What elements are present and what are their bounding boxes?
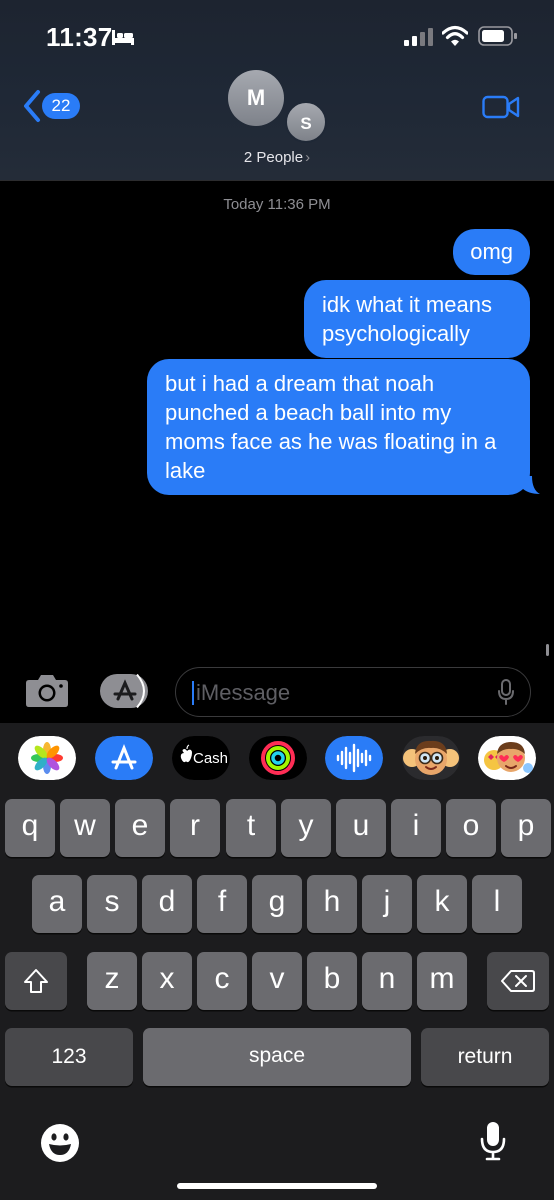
key-c[interactable]: c <box>197 952 247 1010</box>
app-store-drawer-icon[interactable] <box>99 673 151 709</box>
text-caret <box>192 681 194 705</box>
key-n[interactable]: n <box>362 952 412 1010</box>
key-e[interactable]: e <box>115 799 165 857</box>
people-count-label: 2 People <box>243 149 304 166</box>
key-h[interactable]: h <box>307 875 357 933</box>
delete-key[interactable] <box>487 952 549 1010</box>
sleep-focus-icon <box>112 30 134 45</box>
shift-arrow-icon <box>24 969 48 993</box>
key-q[interactable]: q <box>5 799 55 857</box>
app-store-app-icon[interactable] <box>95 736 153 780</box>
emoji-keyboard-icon[interactable] <box>40 1123 80 1163</box>
chevron-right-icon: › <box>305 149 311 166</box>
key-f[interactable]: f <box>197 875 247 933</box>
bubble-tail <box>522 476 540 494</box>
battery-icon <box>478 26 517 46</box>
conversation-header: 11:37 22 M S 2 People › <box>0 0 554 181</box>
message-bubble[interactable]: but i had a dream that noah punched a be… <box>147 359 530 495</box>
home-indicator[interactable] <box>177 1183 377 1189</box>
key-w[interactable]: w <box>60 799 110 857</box>
key-d[interactable]: d <box>142 875 192 933</box>
scroll-indicator[interactable] <box>546 644 549 656</box>
key-t[interactable]: t <box>226 799 276 857</box>
imessage-input[interactable]: iMessage <box>175 667 531 717</box>
apple-cash-app-icon[interactable]: Cash <box>172 736 230 780</box>
message-timestamp: Today 11:36 PM <box>223 196 331 213</box>
imessage-app-strip: Cash <box>0 736 554 784</box>
input-placeholder: iMessage <box>196 680 291 705</box>
key-g[interactable]: g <box>252 875 302 933</box>
memoji-stickers-app-icon[interactable] <box>478 736 536 780</box>
return-key[interactable]: return <box>421 1028 549 1086</box>
key-v[interactable]: v <box>252 952 302 1010</box>
key-j[interactable]: j <box>362 875 412 933</box>
unread-count-badge[interactable]: 22 <box>42 93 80 119</box>
key-i[interactable]: i <box>391 799 441 857</box>
key-b[interactable]: b <box>307 952 357 1010</box>
message-bubble[interactable]: idk what it means psychologically <box>304 280 530 358</box>
status-time: 11:37 <box>46 22 113 52</box>
group-details-link[interactable]: 2 People › <box>0 149 554 166</box>
space-key[interactable]: space <box>143 1028 411 1086</box>
key-s[interactable]: s <box>87 875 137 933</box>
key-p[interactable]: p <box>501 799 551 857</box>
message-bubble[interactable]: omg <box>453 229 530 275</box>
memoji-app-icon[interactable] <box>402 736 460 780</box>
key-a[interactable]: a <box>32 875 82 933</box>
backspace-icon <box>501 970 535 992</box>
key-y[interactable]: y <box>281 799 331 857</box>
camera-icon[interactable] <box>24 671 70 709</box>
avatar-s[interactable]: S <box>285 101 327 143</box>
numbers-key[interactable]: 123 <box>5 1028 133 1086</box>
key-l[interactable]: l <box>472 875 522 933</box>
key-z[interactable]: z <box>87 952 137 1010</box>
key-r[interactable]: r <box>170 799 220 857</box>
key-u[interactable]: u <box>336 799 386 857</box>
facetime-video-icon[interactable] <box>482 94 520 120</box>
dictation-mic-icon[interactable] <box>480 1121 506 1161</box>
audio-message-app-icon[interactable] <box>325 736 383 780</box>
key-m[interactable]: m <box>417 952 467 1010</box>
key-k[interactable]: k <box>417 875 467 933</box>
apple-cash-label: Cash <box>193 750 228 767</box>
avatar-m[interactable]: M <box>228 70 284 126</box>
keyboard: Cash q w e r t y u i o p a s d f g h j k… <box>0 723 554 1200</box>
photos-app-icon[interactable] <box>18 736 76 780</box>
dictation-mic-icon[interactable] <box>498 679 514 705</box>
cellular-signal-icon <box>404 28 433 46</box>
activity-app-icon[interactable] <box>249 736 307 780</box>
wifi-icon <box>442 25 468 46</box>
key-o[interactable]: o <box>446 799 496 857</box>
shift-key[interactable] <box>5 952 67 1010</box>
key-x[interactable]: x <box>142 952 192 1010</box>
